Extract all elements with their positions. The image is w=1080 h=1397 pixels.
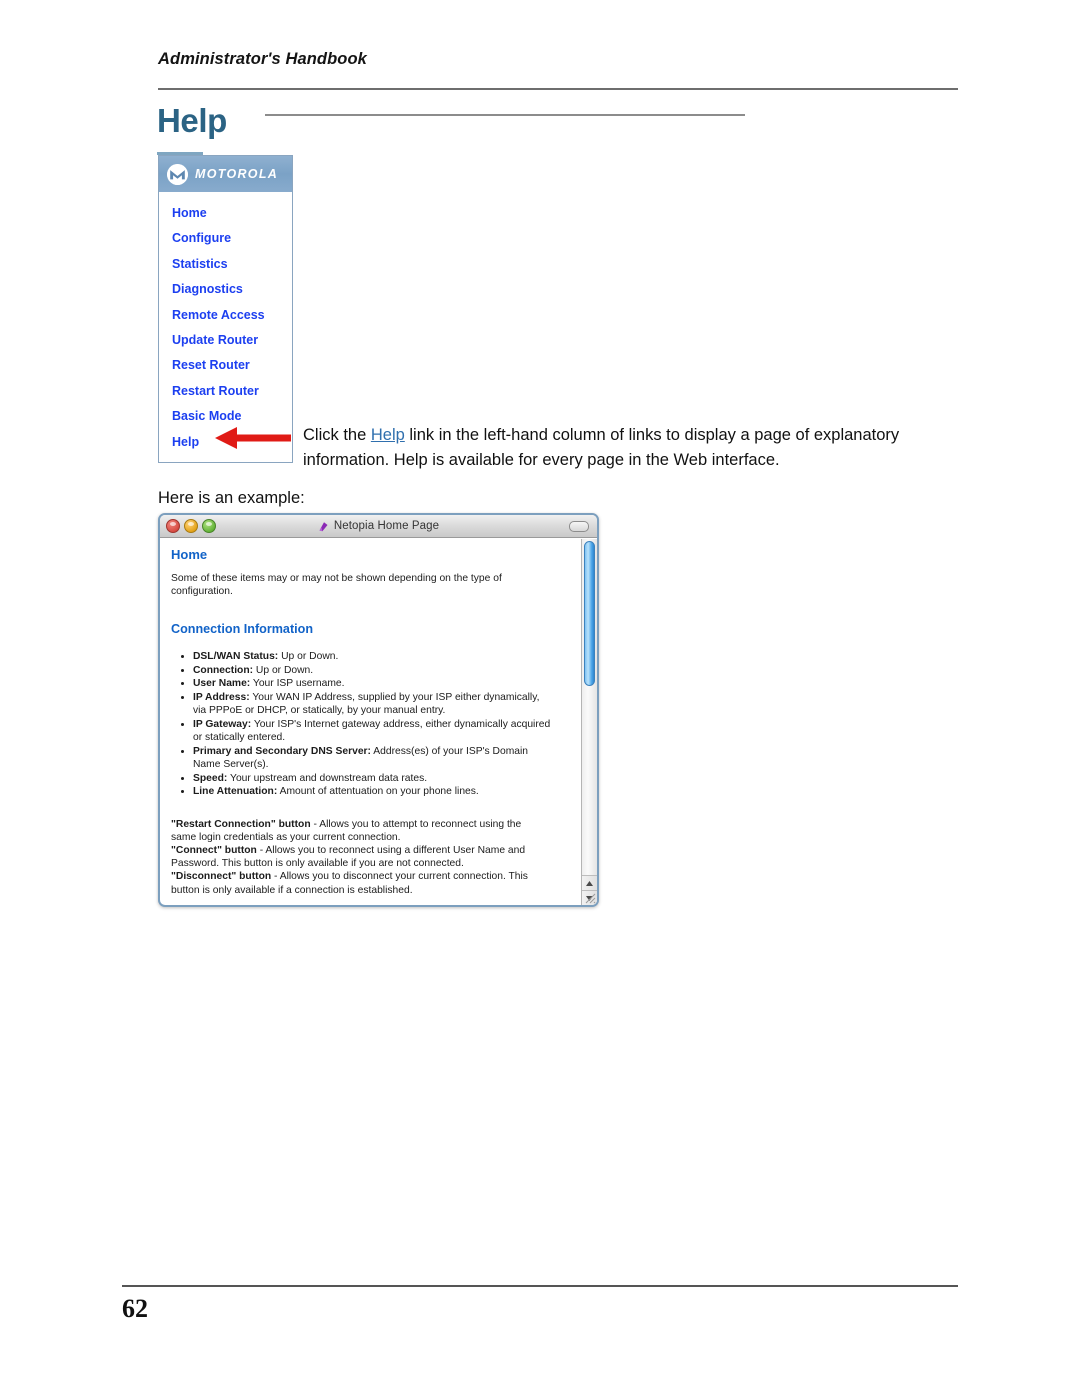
list-item: Speed: Your upstream and downstream data… [193, 772, 555, 785]
window-titlebar[interactable]: Netopia Home Page [160, 515, 597, 538]
list-item-term: Connection: [193, 664, 254, 676]
button-description: "Disconnect" button - Allows you to disc… [171, 870, 541, 896]
example-intro-text: Here is an example: [158, 488, 305, 507]
list-item-term: IP Gateway: [193, 718, 252, 730]
list-item-term: IP Address: [193, 691, 250, 703]
nav-item-basic-mode[interactable]: Basic Mode [159, 404, 292, 429]
list-item: IP Gateway: Your ISP's Internet gateway … [193, 718, 555, 744]
list-item-term: User Name: [193, 678, 251, 690]
paragraph-lead-text: Click the [303, 425, 371, 444]
scroll-up-button[interactable] [582, 875, 597, 890]
window-title-text: Netopia Home Page [333, 520, 440, 532]
list-item: Connection: Up or Down. [193, 664, 555, 677]
window-content-area: Home Some of these items may or may not … [160, 539, 581, 905]
nav-item-update-router[interactable]: Update Router [159, 328, 292, 353]
page-number: 62 [122, 1294, 148, 1323]
list-item-term: Line Attenuation: [193, 786, 278, 798]
button-description: "Restart Connection" button - Allows you… [171, 818, 541, 844]
toolbar-toggle-button[interactable] [569, 520, 589, 532]
list-item: Line Attenuation: Amount of attentuation… [193, 785, 555, 798]
nav-item-home[interactable]: Home [159, 201, 292, 226]
list-item-term: Speed: [193, 772, 228, 784]
button-description-term: "Connect" button [171, 844, 257, 856]
footer-rule [122, 1285, 958, 1287]
list-item-desc: Your ISP username. [250, 678, 345, 690]
list-item-desc: Up or Down. [278, 650, 339, 662]
proxy-document-icon [319, 521, 328, 531]
nav-item-restart-router[interactable]: Restart Router [159, 379, 292, 404]
chevron-up-icon [586, 880, 593, 886]
nav-item-diagnostics[interactable]: Diagnostics [159, 277, 292, 302]
button-descriptions: "Restart Connection" button - Allows you… [171, 818, 571, 897]
nav-item-reset-router[interactable]: Reset Router [159, 353, 292, 378]
nav-item-statistics[interactable]: Statistics [159, 252, 292, 277]
motorola-wordmark: MOTOROLA [195, 167, 279, 181]
motorola-brand-bar: MOTOROLA [159, 156, 292, 192]
window-title-group: Netopia Home Page [160, 520, 597, 532]
netopia-browser-window: Netopia Home Page Home Some of these ite… [158, 513, 599, 907]
list-item-desc: Your upstream and downstream data rates. [227, 772, 428, 784]
connection-information-list: DSL/WAN Status: Up or Down. Connection: … [171, 650, 571, 799]
nav-item-configure[interactable]: Configure [159, 226, 292, 251]
list-item: Primary and Secondary DNS Server: Addres… [193, 745, 555, 771]
list-item: User Name: Your ISP username. [193, 677, 555, 690]
list-item-desc: Up or Down. [253, 664, 314, 676]
motorola-nav-panel: MOTOROLA Home Configure Statistics Diagn… [158, 155, 293, 464]
page-title: Help [157, 102, 227, 139]
nav-item-help[interactable]: Help [159, 430, 292, 455]
window-intro-paragraph: Some of these items may or may not be sh… [171, 573, 502, 598]
window-resize-grip[interactable] [583, 891, 596, 904]
list-item: IP Address: Your WAN IP Address, supplie… [193, 691, 555, 717]
running-head: Administrator's Handbook [158, 50, 367, 68]
window-body: Home Some of these items may or may not … [160, 539, 597, 905]
button-description: "Connect" button - Allows you to reconne… [171, 844, 541, 870]
list-item-term: DSL/WAN Status: [193, 650, 279, 662]
nav-list: Home Configure Statistics Diagnostics Re… [159, 192, 292, 462]
body-paragraph: Click the Help link in the left-hand col… [303, 423, 953, 473]
window-page-heading: Home [171, 547, 208, 562]
button-description-term: "Restart Connection" button [171, 818, 311, 830]
window-section-heading: Connection Information [171, 621, 314, 636]
motorola-batwing-icon [167, 163, 188, 185]
chapter-title-rule [265, 114, 745, 116]
scrollbar-thumb[interactable] [584, 541, 595, 686]
list-item: DSL/WAN Status: Up or Down. [193, 650, 555, 663]
vertical-scrollbar[interactable] [581, 539, 597, 905]
help-inline-link[interactable]: Help [371, 426, 405, 444]
header-rule [158, 88, 958, 90]
list-item-term: Primary and Secondary DNS Server: [193, 745, 371, 757]
scrollbar-track[interactable] [582, 539, 597, 875]
nav-item-remote-access[interactable]: Remote Access [159, 303, 292, 328]
list-item-desc: Amount of attentuation on your phone lin… [277, 786, 479, 798]
button-description-term: "Disconnect" button [171, 871, 272, 883]
